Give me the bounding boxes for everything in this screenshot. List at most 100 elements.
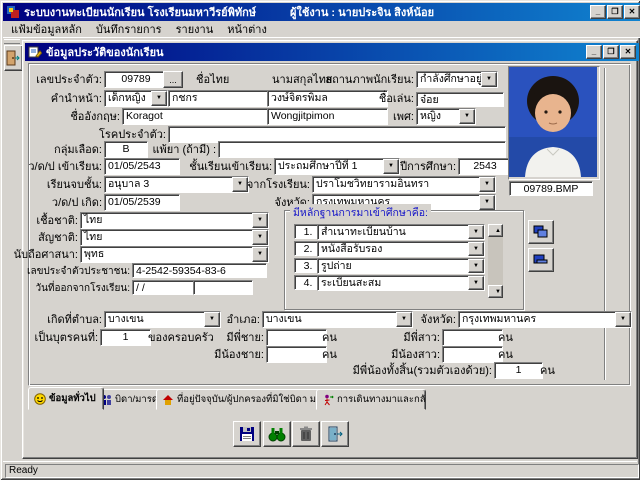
- scroll-up-icon[interactable]: ▲: [488, 224, 503, 237]
- add-document-button[interactable]: [528, 220, 554, 244]
- scroll-down-icon[interactable]: ▼: [488, 285, 503, 298]
- ethnicity-select[interactable]: ไทย▼: [80, 212, 269, 229]
- leave-date-extra-field[interactable]: [193, 280, 253, 295]
- form-icon: [28, 46, 42, 58]
- menu-record-entry[interactable]: บันทึกรายการ: [96, 20, 162, 38]
- dropdown-arrow-icon[interactable]: ▼: [232, 177, 248, 192]
- delete-button[interactable]: [292, 421, 320, 447]
- dropdown-arrow-icon[interactable]: ▼: [252, 230, 268, 245]
- menu-master-data[interactable]: แฟ้มข้อมูลหลัก: [11, 20, 82, 38]
- dropdown-arrow-icon[interactable]: ▼: [468, 225, 484, 239]
- religion-value: พุทธ: [81, 247, 252, 262]
- student-id-field[interactable]: 09789: [104, 71, 168, 88]
- trash-icon: [299, 426, 313, 442]
- religion-select[interactable]: พุทธ▼: [80, 246, 269, 263]
- nationality-value: ไทย: [81, 230, 252, 245]
- older-sister-field[interactable]: [442, 329, 503, 346]
- total-siblings-label: มีพี่น้องทั้งสิ้น(รวมตัวเองด้วย):: [353, 365, 492, 377]
- total-siblings-unit: คน: [540, 365, 555, 377]
- dropdown-arrow-icon[interactable]: ▼: [204, 312, 220, 327]
- dropdown-arrow-icon[interactable]: ▼: [459, 109, 475, 124]
- dropdown-arrow-icon[interactable]: ▼: [468, 259, 484, 273]
- gender-value: หญิง: [417, 109, 459, 124]
- academic-year-field[interactable]: 2543: [458, 158, 512, 175]
- dropdown-arrow-icon[interactable]: ▼: [479, 177, 495, 192]
- english-first-name-field[interactable]: Koragot: [122, 108, 273, 125]
- ethnicity-label: เชื้อชาติ:: [36, 215, 78, 227]
- english-last-name-field[interactable]: Wongjitpimon: [267, 108, 388, 125]
- document-select-4[interactable]: ระเบียนสะสม▼: [317, 275, 485, 291]
- document-select-2[interactable]: หนังสือรับรอง▼: [317, 241, 485, 257]
- birth-district-label: อำเภอ:: [227, 314, 260, 326]
- child-restore-button[interactable]: ❐: [603, 45, 619, 59]
- birth-subdistrict-value: บางเขน: [105, 312, 204, 327]
- birth-subdistrict-select[interactable]: บางเขน▼: [104, 311, 221, 328]
- dropdown-arrow-icon[interactable]: ▼: [468, 242, 484, 256]
- browse-student-button[interactable]: ...: [163, 71, 183, 88]
- child-close-button[interactable]: ✕: [620, 45, 636, 59]
- previous-school-value: ปราโมชวิทยารามอินทรา: [313, 177, 479, 192]
- total-siblings-field[interactable]: 1: [494, 362, 543, 379]
- close-button[interactable]: ✕: [624, 5, 640, 19]
- younger-sister-field[interactable]: [442, 346, 503, 363]
- dropdown-arrow-icon[interactable]: ▼: [468, 276, 484, 290]
- restore-button[interactable]: ❐: [607, 5, 623, 19]
- nationality-select[interactable]: ไทย▼: [80, 229, 269, 246]
- documents-scrollbar[interactable]: ▲ ▼: [488, 224, 503, 298]
- dropdown-arrow-icon[interactable]: ▼: [383, 159, 399, 174]
- document-value-3: รูปถ่าย: [318, 259, 468, 273]
- exit-toolbar-button[interactable]: [4, 45, 23, 71]
- birth-district-value: บางเขน: [263, 312, 396, 327]
- older-brother-field[interactable]: [266, 329, 327, 346]
- toolbar-grip[interactable]: [4, 39, 20, 44]
- statusbar: Ready: [3, 461, 637, 478]
- thai-last-name-field[interactable]: วงษ์จิตรพิมล: [267, 90, 388, 107]
- tab-guardian-address[interactable]: ที่อยู่ปัจจุบัน/ผู้ปกครองที่มิใช่บิดา มา…: [156, 389, 326, 410]
- exit-button[interactable]: [321, 421, 349, 447]
- birth-province-select[interactable]: กรุงเทพมหานคร▼: [458, 311, 632, 328]
- search-button[interactable]: [263, 421, 291, 447]
- child-order-field[interactable]: 1: [100, 329, 151, 346]
- dropdown-arrow-icon[interactable]: ▼: [479, 195, 495, 210]
- admission-class-value: ประถมศึกษาปีที่ 1: [275, 159, 383, 174]
- minimize-button[interactable]: _: [590, 5, 606, 19]
- dropdown-arrow-icon[interactable]: ▼: [396, 312, 412, 327]
- dropdown-arrow-icon[interactable]: ▼: [615, 312, 631, 327]
- remove-document-button[interactable]: [528, 248, 554, 272]
- menu-window[interactable]: หน้าต่าง: [227, 20, 267, 38]
- add-list-icon: [533, 225, 549, 239]
- prefix-value: เด็กหญิง: [105, 91, 151, 106]
- student-status-select[interactable]: กำลังศึกษาอยู่▼: [416, 71, 498, 88]
- birth-date-field[interactable]: 01/05/2539: [104, 194, 180, 211]
- dropdown-arrow-icon[interactable]: ▼: [252, 213, 268, 228]
- prefix-select[interactable]: เด็กหญิง▼: [104, 90, 168, 107]
- save-button[interactable]: [233, 421, 261, 447]
- previous-school-select[interactable]: ปราโมชวิทยารามอินทรา▼: [312, 176, 496, 193]
- admission-date-field[interactable]: 01/05/2543: [104, 158, 180, 175]
- admission-class-label: ชั้นเรียนเข้าเรียน:: [189, 161, 272, 173]
- birth-district-select[interactable]: บางเขน▼: [262, 311, 413, 328]
- dropdown-arrow-icon[interactable]: ▼: [252, 247, 268, 262]
- younger-sister-unit: คน: [498, 349, 513, 361]
- tab-general[interactable]: ข้อมูลทั่วไป: [28, 387, 104, 410]
- blood-group-field[interactable]: B: [104, 141, 148, 158]
- finished-class-select[interactable]: อนุบาล 3▼: [104, 176, 249, 193]
- gender-select[interactable]: หญิง▼: [416, 108, 476, 125]
- admission-class-select[interactable]: ประถมศึกษาปีที่ 1▼: [274, 158, 400, 175]
- dropdown-arrow-icon[interactable]: ▼: [481, 72, 497, 87]
- thai-first-name-field[interactable]: กชกร: [168, 90, 273, 107]
- dropdown-arrow-icon[interactable]: ▼: [151, 91, 167, 106]
- drug-allergy-field[interactable]: [218, 141, 506, 158]
- tab-travel[interactable]: การเดินทางมาและกลับบ้าน: [316, 389, 426, 410]
- birth-province-value: กรุงเทพมหานคร: [459, 312, 615, 327]
- younger-brother-label: มีน้องชาย:: [214, 349, 264, 361]
- menu-reports[interactable]: รายงาน: [176, 20, 214, 38]
- religion-label: นับถือศาสนา:: [14, 249, 78, 261]
- citizen-id-field[interactable]: 4-2542-59354-83-6: [132, 263, 267, 278]
- younger-brother-field[interactable]: [266, 346, 327, 363]
- document-select-3[interactable]: รูปถ่าย▼: [317, 258, 485, 274]
- document-select-1[interactable]: สำเนาทะเบียนบ้าน▼: [317, 224, 485, 240]
- nickname-field[interactable]: จ๋อย: [416, 92, 504, 107]
- child-minimize-button[interactable]: _: [586, 45, 602, 59]
- leave-date-field[interactable]: / /: [132, 280, 197, 295]
